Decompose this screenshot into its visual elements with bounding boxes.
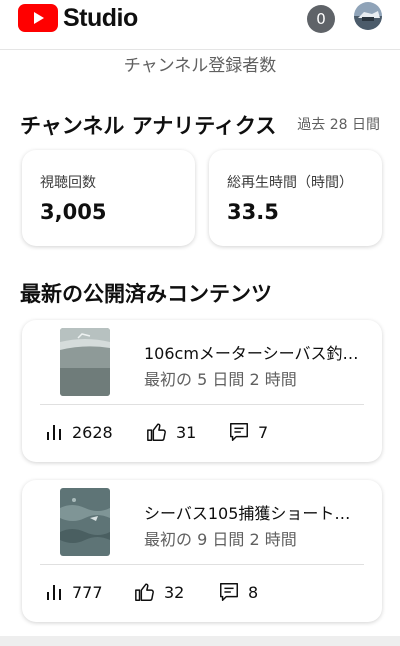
watch-time-value: 33.5 bbox=[227, 200, 279, 224]
brand-name: Studio bbox=[63, 3, 138, 32]
youtube-play-icon bbox=[18, 4, 58, 32]
video-title[interactable]: シーバス105捕獲ショート動画 bbox=[144, 500, 364, 524]
top-app-bar: Studio 0 bbox=[0, 0, 400, 50]
bottom-edge bbox=[0, 636, 400, 646]
video-card[interactable]: 106cmメーターシーバス釣り上げ 最初の 5 日間 2 時間 2628 31 … bbox=[22, 320, 382, 462]
views-metric: 2628 bbox=[44, 420, 113, 444]
comments-metric: 8 bbox=[218, 580, 258, 604]
watch-time-stat-card[interactable]: 総再生時間（時間） 33.5 bbox=[209, 150, 382, 246]
latest-content-title: 最新の公開済みコンテンツ bbox=[20, 282, 272, 306]
views-label: 視聴回数 bbox=[40, 175, 96, 191]
likes-metric: 31 bbox=[146, 420, 196, 444]
comments-count: 7 bbox=[258, 422, 269, 442]
views-count: 2628 bbox=[72, 422, 113, 442]
video-period: 最初の 5 日間 2 時間 bbox=[144, 370, 297, 389]
thumbs-up-icon bbox=[147, 423, 166, 441]
video-card[interactable]: シーバス105捕獲ショート動画 最初の 9 日間 2 時間 777 32 8 bbox=[22, 480, 382, 622]
likes-count: 31 bbox=[176, 422, 197, 442]
account-avatar[interactable] bbox=[354, 2, 382, 30]
thumbs-up-icon bbox=[135, 583, 154, 601]
comments-count: 8 bbox=[248, 582, 259, 602]
views-metric: 777 bbox=[44, 580, 103, 604]
comment-icon bbox=[220, 583, 238, 601]
views-stat-card[interactable]: 視聴回数 3,005 bbox=[22, 150, 195, 246]
notifications-badge[interactable]: 0 bbox=[307, 5, 335, 33]
likes-metric: 32 bbox=[134, 580, 184, 604]
watch-time-label: 総再生時間（時間） bbox=[227, 175, 353, 191]
comments-metric: 7 bbox=[228, 420, 268, 444]
video-title[interactable]: 106cmメーターシーバス釣り上げ bbox=[144, 340, 364, 364]
analytics-title[interactable]: チャンネル アナリティクス bbox=[20, 110, 285, 140]
bar-chart-icon bbox=[47, 425, 61, 440]
comment-icon bbox=[230, 423, 248, 441]
sea-thumbnail-icon[interactable] bbox=[60, 488, 110, 556]
avatar-image-icon bbox=[354, 2, 382, 30]
subscribers-label: チャンネル登録者数 bbox=[123, 56, 277, 76]
divider bbox=[40, 564, 364, 565]
studio-logo[interactable]: Studio bbox=[18, 4, 138, 32]
video-period: 最初の 9 日間 2 時間 bbox=[144, 530, 297, 549]
views-count: 777 bbox=[72, 582, 103, 602]
water-thumbnail-icon[interactable] bbox=[60, 328, 110, 396]
divider bbox=[40, 404, 364, 405]
notifications-count: 0 bbox=[316, 10, 326, 28]
analytics-period: 過去 28 日間 bbox=[297, 117, 380, 133]
bar-chart-icon bbox=[47, 585, 61, 600]
likes-count: 32 bbox=[164, 582, 185, 602]
views-value: 3,005 bbox=[40, 200, 107, 224]
